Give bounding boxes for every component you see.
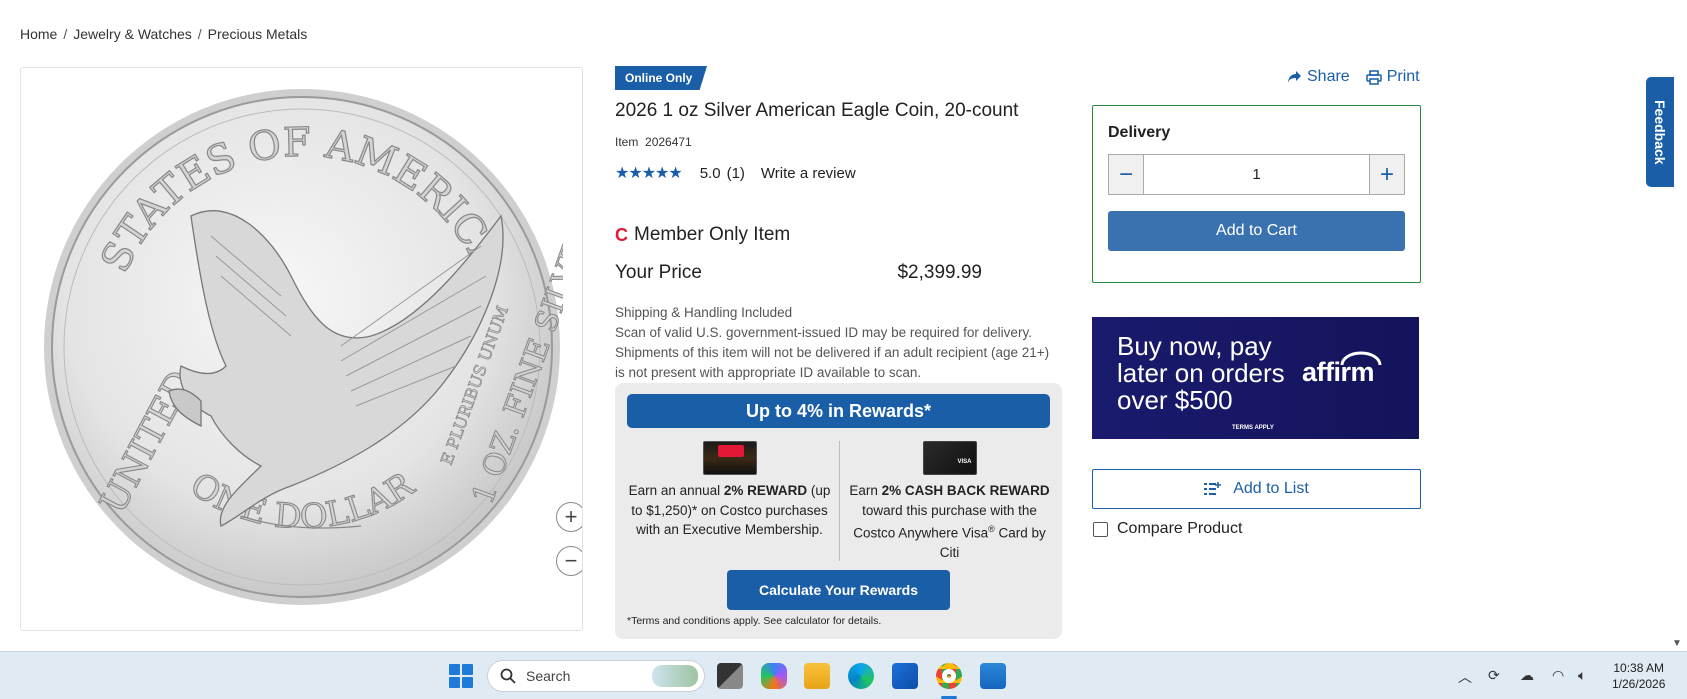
- breadcrumb: Home / Jewelry & Watches / Precious Meta…: [20, 26, 307, 42]
- executive-reward-column: Earn an annual 2% REWARD (up to $1,250)*…: [627, 441, 832, 540]
- costco-c-icon: C: [615, 224, 628, 245]
- edge-browser-icon[interactable]: [848, 663, 874, 689]
- rating-value: 5.0: [699, 164, 721, 182]
- taskbar-search[interactable]: Search: [487, 660, 705, 692]
- print-button[interactable]: Print: [1365, 68, 1420, 86]
- volume-icon[interactable]: 🔈︎: [1578, 667, 1586, 684]
- compare-checkbox[interactable]: [1093, 521, 1108, 537]
- price-row: Your Price $2,399.99: [615, 262, 985, 284]
- microsoft-store-icon[interactable]: [980, 663, 1006, 689]
- share-label: Share: [1307, 68, 1350, 85]
- rewards-terms: *Terms and conditions apply. See calcula…: [627, 615, 882, 627]
- minus-icon: −: [1118, 160, 1133, 188]
- member-only-item: C Member Only Item: [615, 224, 790, 246]
- plus-icon: +: [564, 504, 578, 529]
- exec-reward-bold: 2% REWARD: [723, 483, 808, 498]
- product-title: 2026 1 oz Silver American Eagle Coin, 20…: [615, 100, 1019, 121]
- registered-mark: ®: [988, 524, 995, 534]
- delivery-box: Delivery − 1 + Add to Cart: [1092, 105, 1421, 283]
- outlook-icon[interactable]: [892, 663, 918, 689]
- share-button[interactable]: Share: [1287, 68, 1350, 86]
- write-review-link[interactable]: Write a review: [761, 165, 856, 182]
- quantity-input[interactable]: 1: [1143, 155, 1370, 194]
- breadcrumb-separator: /: [197, 26, 202, 42]
- minus-icon: −: [564, 548, 578, 573]
- sync-icon[interactable]: ⟳: [1488, 667, 1500, 684]
- member-only-label: Member Only Item: [634, 224, 791, 245]
- item-number-value: 2026471: [645, 135, 692, 149]
- system-clock[interactable]: 10:38 AM 1/26/2026: [1612, 660, 1665, 692]
- chrome-browser-icon[interactable]: [936, 663, 962, 689]
- rewards-divider: [839, 441, 840, 561]
- affirm-text: Buy now, pay later on orders over $500: [1117, 331, 1285, 415]
- shipping-included: Shipping & Handling Included: [615, 305, 793, 320]
- copilot-icon[interactable]: [761, 663, 787, 689]
- affirm-banner[interactable]: Buy now, pay later on orders over $500 a…: [1092, 317, 1419, 439]
- star-rating-icon[interactable]: ★★★★★: [615, 163, 683, 183]
- plus-icon: +: [1379, 160, 1394, 188]
- price-value: $2,399.99: [897, 262, 982, 283]
- clock-time: 10:38 AM: [1613, 661, 1665, 675]
- task-view-icon[interactable]: [717, 663, 743, 689]
- windows-start-icon[interactable]: [449, 664, 473, 688]
- affirm-arc-icon: [1340, 351, 1382, 366]
- exec-reward-text: Earn an annual: [628, 483, 724, 498]
- search-icon: [500, 668, 516, 684]
- share-icon: [1288, 71, 1301, 83]
- list-add-icon: [1204, 482, 1222, 495]
- cloud-icon[interactable]: ☁: [1520, 667, 1534, 684]
- search-highlight-icon: [652, 665, 698, 687]
- citi-reward-bold: 2% CASH BACK REWARD: [881, 483, 1050, 498]
- compare-label: Compare Product: [1117, 520, 1243, 537]
- rating-row: ★★★★★ 5.0 (1) Write a review: [615, 163, 856, 183]
- zoom-out-button[interactable]: −: [556, 546, 582, 576]
- print-icon: [1365, 69, 1382, 85]
- feedback-tab[interactable]: Feedback: [1646, 77, 1674, 187]
- add-to-list-label: Add to List: [1233, 480, 1309, 497]
- product-image-panel[interactable]: STATES OF AMERICA ONE DOLLAR UNITED 1 OZ…: [20, 67, 583, 631]
- citi-reward-text: Earn: [849, 483, 882, 498]
- breadcrumb-separator: /: [63, 26, 68, 42]
- increase-quantity-button[interactable]: +: [1370, 155, 1404, 194]
- shipping-info: Shipping & Handling Included Scan of val…: [615, 303, 1055, 383]
- decrease-quantity-button[interactable]: −: [1109, 155, 1143, 194]
- rewards-panel: Up to 4% in Rewards* Earn an annual 2% R…: [615, 383, 1062, 639]
- executive-membership-card-icon: [702, 441, 757, 475]
- share-print-bar: Share Print: [1287, 68, 1420, 86]
- breadcrumb-precious-metals[interactable]: Precious Metals: [208, 26, 308, 42]
- quantity-stepper: − 1 +: [1108, 154, 1405, 195]
- print-label: Print: [1386, 68, 1420, 85]
- rewards-banner: Up to 4% in Rewards*: [627, 394, 1050, 428]
- breadcrumb-home[interactable]: Home: [20, 26, 57, 42]
- online-only-badge: Online Only: [615, 66, 707, 90]
- citi-reward-column: Earn 2% CASH BACK REWARD toward this pur…: [847, 441, 1052, 563]
- wifi-icon[interactable]: ◠: [1552, 667, 1564, 684]
- calculate-rewards-button[interactable]: Calculate Your Rewards: [727, 570, 950, 610]
- breadcrumb-jewelry-watches[interactable]: Jewelry & Watches: [73, 26, 192, 42]
- file-explorer-icon[interactable]: [804, 663, 830, 689]
- price-label: Your Price: [615, 262, 702, 283]
- show-hidden-icons-chevron-icon[interactable]: ︿: [1458, 667, 1472, 687]
- coin-image: STATES OF AMERICA ONE DOLLAR UNITED 1 OZ…: [44, 89, 563, 605]
- id-requirement-note: Scan of valid U.S. government-issued ID …: [615, 325, 1050, 380]
- affirm-terms: TERMS APPLY: [1232, 425, 1274, 431]
- citi-visa-card-icon: [922, 441, 977, 475]
- windows-taskbar: Search ︿ ⟳ ☁ ◠ 🔈︎ 10:38 AM 1/26/2026: [0, 651, 1687, 699]
- clock-date: 1/26/2026: [1612, 677, 1666, 691]
- item-label: Item: [615, 135, 639, 149]
- add-to-cart-button[interactable]: Add to Cart: [1108, 211, 1405, 251]
- add-to-list-button[interactable]: Add to List: [1092, 469, 1421, 509]
- zoom-in-button[interactable]: +: [556, 502, 582, 532]
- feedback-label: Feedback: [1652, 99, 1668, 165]
- item-number: Item 2026471: [615, 135, 692, 149]
- taskbar-search-placeholder: Search: [526, 668, 571, 684]
- review-count[interactable]: (1): [727, 165, 745, 182]
- compare-product[interactable]: Compare Product: [1093, 520, 1242, 538]
- delivery-label: Delivery: [1108, 124, 1171, 141]
- scroll-down-arrow-icon[interactable]: ▼: [1672, 638, 1682, 649]
